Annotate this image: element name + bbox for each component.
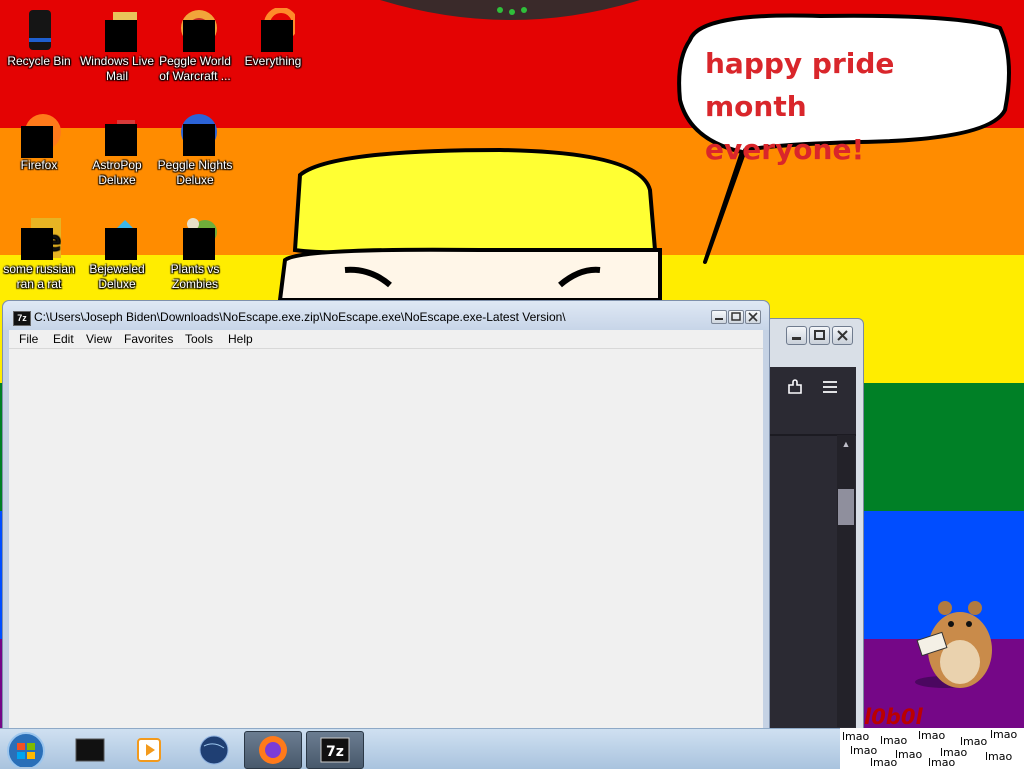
menu-help[interactable]: Help (228, 332, 253, 346)
7zip-icon: 7z (320, 737, 350, 763)
plants-vs-zombies-icon (173, 216, 217, 260)
close-button[interactable] (745, 310, 761, 324)
firefox-icon (17, 112, 61, 158)
desktop-icon-label: AstroPop Deluxe (92, 158, 142, 187)
desktop-icon-everything[interactable]: Everything (234, 7, 312, 69)
desktop-icon-some-russian-ran-a-rat[interactable]: e some russian ran a rat (0, 216, 78, 292)
desktop-icon-label: Bejeweled Deluxe (89, 262, 145, 291)
desktop-icon-label: Firefox (20, 158, 58, 172)
tray-word: lmao (880, 734, 908, 747)
minimize-button[interactable] (786, 326, 807, 345)
menu-bar: File Edit View Favorites Tools Help (9, 330, 763, 349)
windows-orb-icon (7, 732, 45, 770)
title-bar[interactable]: 7z C:\Users\Joseph Biden\Downloads\NoEsc… (3, 301, 769, 330)
desktop-icon-firefox[interactable]: Firefox (0, 112, 78, 173)
extensions-icon[interactable] (785, 377, 805, 397)
desktop-icon-label: Peggle Nights Deluxe (157, 158, 233, 187)
taskbar-black-box[interactable] (62, 731, 118, 767)
desktop-icon-astropop-deluxe[interactable]: AstroPop Deluxe (78, 112, 156, 188)
desktop-icon-label: Peggle World of Warcraft ... (159, 54, 231, 83)
file-list-area[interactable] (9, 349, 763, 731)
menu-tools[interactable]: Tools (185, 332, 213, 346)
menu-edit[interactable]: Edit (53, 332, 74, 346)
menu-view[interactable]: View (86, 332, 112, 346)
menu-favorites[interactable]: Favorites (124, 332, 173, 346)
desktop-icon-bejeweled-deluxe[interactable]: Bejeweled Deluxe (78, 216, 156, 292)
bejeweled-icon (95, 216, 139, 260)
background-browser-window[interactable]: ▲ (765, 318, 864, 730)
astropop-icon (95, 112, 139, 156)
taskbar-globe[interactable] (184, 731, 240, 767)
desktop-icon-peggle-nights-deluxe[interactable]: Peggle Nights Deluxe (156, 112, 234, 188)
7zip-file-manager-window[interactable]: 7z C:\Users\Joseph Biden\Downloads\NoEsc… (2, 300, 770, 732)
corner-banner-text: l0b0l (864, 705, 923, 729)
everything-icon (251, 7, 298, 52)
tray-word: lmao (990, 728, 1018, 741)
desktop-icon-label: some russian ran a rat (3, 262, 75, 291)
menu-file[interactable]: File (19, 332, 38, 346)
7zip-app-icon: 7z (13, 311, 31, 326)
svg-text:7z: 7z (326, 744, 344, 760)
maximize-button[interactable] (809, 326, 830, 345)
menu-icon[interactable] (820, 377, 840, 397)
firefox-icon (259, 736, 287, 764)
start-button[interactable] (0, 731, 58, 770)
black-box-icon (75, 738, 105, 762)
maximize-button[interactable] (728, 310, 744, 324)
scrollbar[interactable] (837, 435, 855, 727)
tray-word: lmao (842, 730, 870, 743)
scroll-up-icon[interactable]: ▲ (838, 437, 854, 451)
system-tray[interactable]: lmao lmao lmao lmao lmao lmao lmao lmao … (840, 728, 1024, 768)
desktop-icon-label: Windows Live Mail (79, 54, 155, 83)
recycle-bin-icon (17, 8, 61, 52)
media-player-icon (137, 738, 161, 762)
peggle-icon (173, 8, 217, 52)
globe-icon (199, 735, 229, 765)
hamster-reading-image (915, 601, 992, 688)
taskbar-firefox[interactable] (244, 731, 302, 769)
mail-icon (95, 8, 139, 52)
tray-word: lmao (928, 756, 956, 768)
file-icon: e (17, 216, 61, 260)
desktop-icon-recycle-bin[interactable]: Recycle Bin (0, 8, 78, 69)
taskbar-7zip[interactable]: 7z (306, 731, 364, 769)
tray-word: lmao (985, 750, 1013, 763)
close-button[interactable] (832, 326, 853, 345)
desktop-icon-windows-live-mail[interactable]: Windows Live Mail (78, 8, 156, 84)
scrollbar-thumb[interactable] (838, 489, 854, 525)
window-title: C:\Users\Joseph Biden\Downloads\NoEscape… (34, 310, 566, 324)
desktop-icon-label: Plants vs Zombies (170, 262, 220, 291)
tray-word: lmao (895, 748, 923, 761)
taskbar-media-player[interactable] (122, 731, 178, 767)
desktop-icon-plants-vs-zombies[interactable]: Plants vs Zombies (156, 216, 234, 292)
taskbar: 7z (0, 728, 840, 770)
peggle-nights-icon (173, 112, 217, 156)
minimize-button[interactable] (711, 310, 727, 324)
tray-word: lmao (918, 729, 946, 742)
desktop-icon-peggle-world-of-warcraft[interactable]: Peggle World of Warcraft ... (156, 8, 234, 84)
tray-word: lmao (870, 756, 898, 768)
desktop-icon-label: Everything (244, 54, 302, 68)
desktop-icon-label: Recycle Bin (7, 54, 71, 68)
